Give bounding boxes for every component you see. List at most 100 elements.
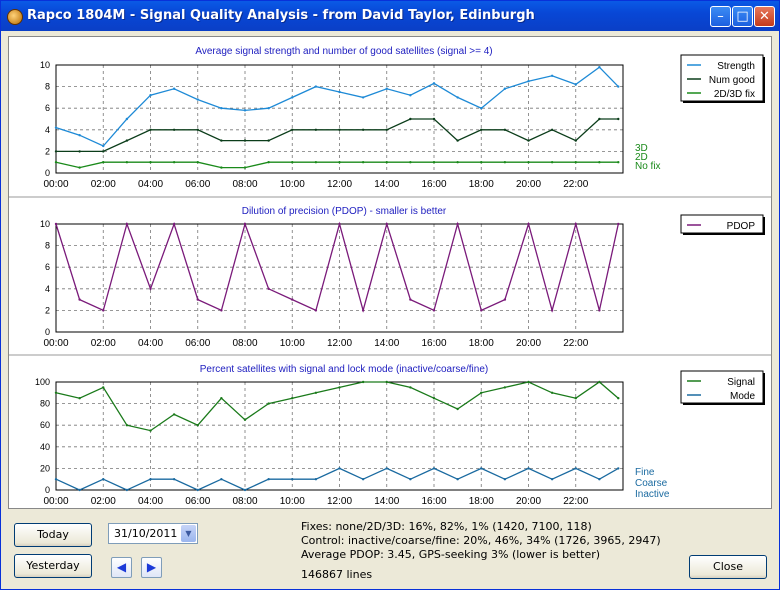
chevron-down-icon[interactable]: ▼	[181, 525, 196, 542]
data-point	[338, 222, 341, 226]
data-point	[125, 222, 129, 226]
legend-label: 2D/3D fix	[714, 89, 755, 100]
data-point	[149, 429, 152, 432]
x-tick-label: 06:00	[185, 496, 210, 507]
data-point	[338, 386, 341, 389]
maximize-button[interactable]: □	[732, 6, 753, 27]
series-line-num-good	[56, 118, 619, 153]
close-button[interactable]: Close	[689, 555, 767, 579]
lines-stat: 146867 lines	[301, 568, 373, 581]
data-point	[550, 478, 554, 481]
y-tick-label: 8	[45, 241, 50, 251]
window-title: Rapco 1804M - Signal Quality Analysis - …	[27, 8, 535, 23]
data-point	[527, 222, 530, 226]
data-point	[574, 161, 577, 164]
data-point	[456, 478, 459, 481]
data-point	[574, 83, 577, 86]
data-point	[432, 397, 436, 400]
data-point	[432, 117, 436, 121]
x-tick-label: 08:00	[232, 179, 257, 190]
legend-label: Mode	[730, 391, 755, 402]
data-point	[291, 397, 294, 400]
data-point	[220, 107, 223, 110]
y-tick-label: 6	[45, 262, 50, 272]
data-point	[527, 467, 530, 470]
left-arrow-icon: ◀	[116, 560, 127, 574]
data-point	[503, 87, 507, 90]
x-tick-label: 02:00	[91, 496, 116, 507]
data-point	[78, 166, 81, 169]
data-point	[598, 161, 601, 164]
data-point	[456, 96, 459, 99]
data-point	[149, 161, 152, 164]
data-point	[78, 150, 81, 153]
x-tick-label: 10:00	[280, 179, 305, 190]
title-bar[interactable]: Rapco 1804M - Signal Quality Analysis - …	[1, 1, 779, 31]
data-point	[314, 128, 318, 131]
charts-area: Average signal strength and number of go…	[8, 36, 772, 509]
data-point	[291, 128, 294, 131]
x-tick-label: 18:00	[469, 179, 494, 190]
close-window-button[interactable]: ✕	[754, 6, 775, 27]
data-point	[338, 90, 341, 94]
data-point	[149, 478, 152, 481]
data-point	[385, 128, 388, 131]
data-point	[243, 222, 247, 226]
data-point	[527, 380, 530, 384]
x-tick-label: 20:00	[516, 496, 541, 507]
x-tick-label: 16:00	[421, 338, 446, 349]
data-point	[125, 488, 129, 492]
data-point	[172, 222, 176, 226]
data-point	[527, 139, 530, 142]
data-point	[125, 424, 129, 427]
data-point	[314, 85, 318, 88]
right-axis-label: Inactive	[635, 489, 670, 500]
data-point	[54, 126, 58, 129]
data-point	[338, 467, 341, 470]
x-tick-label: 22:00	[563, 179, 588, 190]
data-point	[338, 128, 341, 131]
control-stat: Control: inactive/coarse/fine: 20%, 46%,…	[301, 534, 661, 547]
data-point	[598, 117, 601, 121]
x-tick-label: 12:00	[327, 496, 352, 507]
y-tick-label: 40	[40, 442, 50, 452]
y-tick-label: 8	[45, 82, 50, 92]
legend-label: Signal	[727, 377, 755, 388]
data-point	[243, 418, 247, 421]
data-point	[550, 74, 554, 77]
data-point	[503, 478, 507, 481]
x-tick-label: 10:00	[280, 338, 305, 349]
chart-title: Average signal strength and number of go…	[195, 46, 492, 57]
next-day-button[interactable]: ▶	[141, 557, 162, 578]
yesterday-button[interactable]: Yesterday	[14, 554, 92, 578]
data-point	[617, 161, 620, 164]
data-point	[54, 150, 58, 153]
x-tick-label: 22:00	[563, 338, 588, 349]
x-tick-label: 12:00	[327, 338, 352, 349]
today-button[interactable]: Today	[14, 523, 92, 547]
data-point	[527, 161, 530, 164]
data-point	[125, 117, 129, 121]
data-point	[503, 386, 507, 389]
data-point	[385, 161, 388, 164]
data-point	[149, 94, 152, 97]
date-value: 31/10/2011	[114, 527, 178, 540]
series-line-signal	[55, 381, 619, 432]
date-picker[interactable]: 31/10/2011 ▼	[108, 523, 198, 544]
data-point	[338, 161, 341, 164]
data-point	[409, 161, 412, 164]
minimize-button[interactable]: –	[710, 6, 731, 27]
data-point	[196, 161, 199, 164]
data-point	[102, 161, 105, 164]
data-point	[267, 287, 270, 290]
data-point	[78, 488, 81, 492]
data-point	[267, 161, 270, 164]
data-point	[78, 298, 81, 301]
data-point	[503, 298, 507, 301]
y-tick-label: 2	[45, 146, 50, 156]
previous-day-button[interactable]: ◀	[111, 557, 132, 578]
chart-title: Percent satellites with signal and lock …	[200, 364, 488, 375]
x-tick-label: 08:00	[232, 338, 257, 349]
data-point	[503, 128, 507, 131]
data-point	[432, 467, 436, 470]
